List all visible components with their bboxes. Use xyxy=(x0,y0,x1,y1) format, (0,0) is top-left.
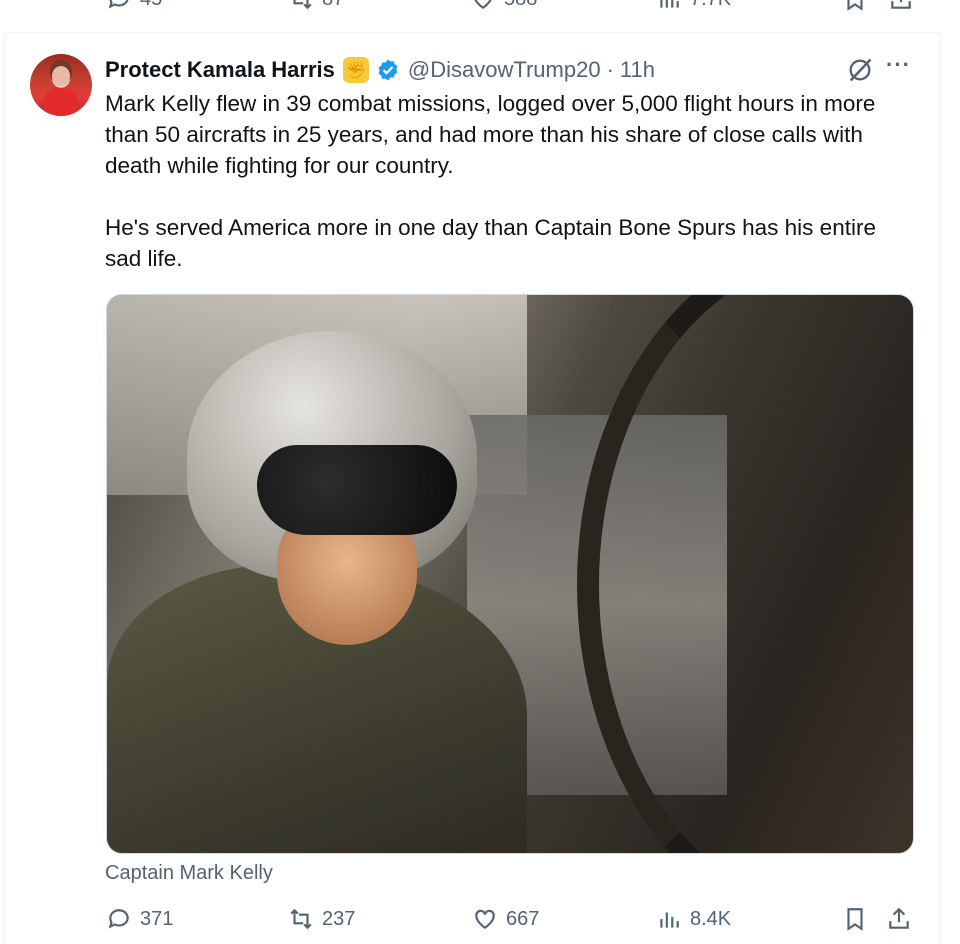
grok-icon[interactable] xyxy=(846,56,874,84)
author-handle[interactable]: @DisavowTrump20 xyxy=(408,57,601,83)
prev-reply-count: 45 xyxy=(140,0,162,11)
prev-repost-count: 87 xyxy=(322,0,344,11)
raised-fist-emoji: ✊ xyxy=(342,57,369,83)
tweet-timestamp[interactable]: 11h xyxy=(620,57,655,83)
like-icon xyxy=(474,0,492,9)
tweet-text: Mark Kelly flew in 39 combat missions, l… xyxy=(105,88,905,274)
like-icon xyxy=(475,909,495,929)
reply-count: 371 xyxy=(140,907,174,930)
bookmark-icon xyxy=(847,908,863,931)
repost-icon xyxy=(293,0,312,10)
views-icon xyxy=(660,912,679,928)
reply-button[interactable]: 371 xyxy=(106,906,173,932)
bookmark-button[interactable] xyxy=(842,906,868,932)
repost-icon xyxy=(290,908,312,930)
media-caption: Captain Mark Kelly xyxy=(105,862,273,884)
like-count: 667 xyxy=(506,907,540,930)
tweet-header: Protect Kamala Harris ✊ @DisavowTrump20 … xyxy=(105,55,655,85)
previous-tweet-actions: 45 87 588 7.7K xyxy=(0,0,960,12)
reply-icon xyxy=(108,0,129,9)
repost-count: 237 xyxy=(322,907,356,930)
prev-share-button[interactable] xyxy=(888,0,914,12)
repost-button[interactable]: 237 xyxy=(288,906,355,932)
prev-views-button[interactable]: 7.7K xyxy=(656,0,731,12)
avatar-head xyxy=(52,66,70,86)
prev-reply-button[interactable]: 45 xyxy=(106,0,162,12)
views-button[interactable]: 8.4K xyxy=(656,906,731,932)
photo-cockpit-canopy xyxy=(577,295,913,853)
header-separator: · xyxy=(606,57,614,82)
share-button[interactable] xyxy=(886,906,912,932)
tweet-actions: 371 237 667 8.4K xyxy=(0,902,960,942)
prev-like-count: 588 xyxy=(504,0,537,11)
tweet-top-border xyxy=(4,32,941,33)
tweet-paragraph: Mark Kelly flew in 39 combat missions, l… xyxy=(105,91,876,178)
avatar[interactable] xyxy=(30,54,92,116)
share-icon xyxy=(891,0,911,9)
bookmark-icon xyxy=(847,0,863,11)
share-icon xyxy=(889,907,909,929)
verified-icon xyxy=(378,59,398,81)
tweet-paragraph: He's served America more in one day than… xyxy=(105,215,876,271)
prev-views-count: 7.7K xyxy=(690,0,731,11)
reply-icon xyxy=(108,909,129,929)
photo-visor xyxy=(257,445,457,535)
tweet-photo[interactable] xyxy=(106,294,914,854)
author-name[interactable]: Protect Kamala Harris xyxy=(105,57,335,83)
prev-repost-button[interactable]: 87 xyxy=(288,0,344,12)
avatar-body xyxy=(44,88,78,116)
tweet-left-border xyxy=(4,32,5,944)
prev-like-button[interactable]: 588 xyxy=(470,0,537,12)
like-button[interactable]: 667 xyxy=(472,906,539,932)
views-count: 8.4K xyxy=(690,907,732,930)
prev-bookmark-button[interactable] xyxy=(842,0,868,12)
views-icon xyxy=(660,0,679,8)
more-icon[interactable]: ··· xyxy=(886,54,916,82)
tweet-right-border xyxy=(940,32,941,944)
